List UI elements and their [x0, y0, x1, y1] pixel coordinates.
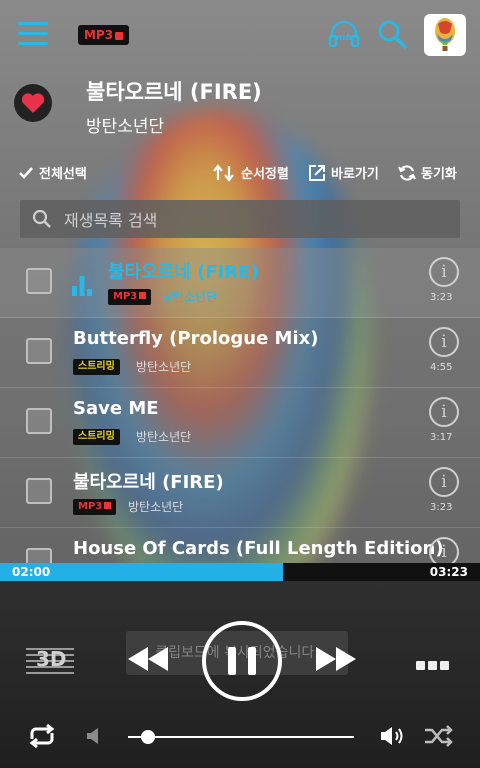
goto-button[interactable]: 바로가기: [308, 163, 379, 182]
shuffle-icon[interactable]: [424, 725, 454, 747]
hamburger-menu-icon[interactable]: [18, 22, 48, 46]
streaming-badge: 스트리밍: [73, 359, 120, 375]
song-artist: 방탄소년단: [136, 360, 192, 374]
goto-label: 바로가기: [331, 167, 379, 182]
lock-icon: [139, 292, 147, 299]
next-icon[interactable]: [314, 645, 358, 673]
more-icon[interactable]: [416, 655, 456, 670]
song-artist: 방탄소년단: [136, 430, 192, 444]
info-button[interactable]: i: [429, 467, 459, 497]
player-controls: 클립보드에 복사되었습니다. 3D: [0, 581, 480, 768]
external-link-icon: [309, 164, 325, 181]
now-playing-header: 불타오르네 (FIRE) 방탄소년단: [0, 70, 480, 150]
volume-slider-track[interactable]: [128, 736, 354, 738]
lock-icon: [104, 502, 112, 509]
row-checkbox[interactable]: [26, 478, 52, 504]
song-duration: 4:55: [430, 362, 453, 373]
format-badge: MP3: [73, 499, 117, 515]
streaming-badge: 스트리밍: [73, 429, 120, 445]
playlist: 불타오르네 (FIRE) MP3 방탄소년단 i 3:23 Butterfly …: [0, 248, 480, 564]
song-duration: 3:23: [430, 502, 453, 513]
info-button[interactable]: i: [429, 537, 459, 564]
playlist-search-input[interactable]: 재생목록 검색: [20, 200, 460, 238]
song-artist: 방탄소년단: [128, 500, 184, 514]
format-badge-label: MP3: [84, 28, 114, 42]
row-checkbox[interactable]: [26, 408, 52, 434]
song-title: Save ME: [73, 398, 159, 419]
playback-progress-bar[interactable]: 02:00 03:23: [0, 563, 480, 581]
lock-icon: [115, 32, 124, 40]
format-badge: MP3: [108, 289, 152, 305]
info-button[interactable]: i: [429, 327, 459, 357]
speaker-low-icon[interactable]: [86, 726, 102, 746]
sync-button[interactable]: 동기화: [398, 163, 457, 182]
now-playing-equalizer-icon: [72, 276, 92, 296]
pause-icon: [248, 647, 256, 675]
song-title: Butterfly (Prologue Mix): [73, 328, 319, 349]
row-checkbox[interactable]: [26, 268, 52, 294]
info-button[interactable]: i: [429, 257, 459, 287]
repeat-icon[interactable]: [26, 723, 58, 749]
sort-arrows-icon: [213, 163, 234, 182]
list-item[interactable]: 불타오르네 (FIRE) MP3 방탄소년단 i 3:23: [0, 458, 480, 528]
song-duration: 3:23: [430, 292, 453, 303]
badge-label: MP3: [78, 501, 103, 512]
format-badge: MP3: [78, 25, 130, 45]
3d-sound-button[interactable]: 3D: [24, 643, 76, 679]
select-all-label: 전체선택: [39, 167, 87, 182]
like-button[interactable]: [14, 84, 52, 122]
previous-icon[interactable]: [126, 645, 170, 673]
song-duration: 3:17: [430, 432, 453, 443]
song-title: 불타오르네 (FIRE): [108, 262, 259, 283]
list-item[interactable]: Butterfly (Prologue Mix) 스트리밍 방탄소년단 i 4:…: [0, 318, 480, 388]
headphones-mh-icon[interactable]: mh: [328, 18, 360, 50]
search-placeholder: 재생목록 검색: [64, 211, 158, 230]
hot-air-balloon-thumbnail: [435, 18, 455, 51]
heart-icon: [21, 93, 45, 113]
list-item[interactable]: 불타오르네 (FIRE) MP3 방탄소년단 i 3:23: [0, 248, 480, 318]
sync-label: 동기화: [421, 167, 457, 182]
row-checkbox[interactable]: [26, 548, 52, 564]
info-button[interactable]: i: [429, 397, 459, 427]
avatar[interactable]: [424, 14, 466, 56]
song-artist: 방탄소년단: [162, 290, 218, 304]
pause-button[interactable]: [202, 621, 282, 701]
pause-icon: [228, 647, 236, 675]
top-bar: MP3 mh: [0, 0, 480, 70]
sort-label: 순서정렬: [241, 167, 289, 182]
search-icon: [32, 209, 51, 228]
search-icon[interactable]: [376, 18, 408, 50]
3d-label: 3D: [36, 647, 67, 671]
row-checkbox[interactable]: [26, 338, 52, 364]
list-item[interactable]: Save ME 스트리밍 방탄소년단 i 3:17: [0, 388, 480, 458]
now-playing-artist: 방탄소년단: [86, 117, 165, 137]
list-item[interactable]: House Of Cards (Full Length Edition) i: [0, 528, 480, 564]
sync-icon: [398, 164, 416, 181]
current-time: 02:00: [12, 565, 51, 579]
select-all-button[interactable]: 전체선택: [18, 163, 87, 182]
song-title: 불타오르네 (FIRE): [73, 472, 224, 493]
speaker-high-icon[interactable]: [380, 725, 406, 747]
playlist-toolbar: 전체선택 순서정렬 바로가기 동기화: [0, 155, 480, 189]
song-title: House Of Cards (Full Length Edition): [73, 538, 444, 559]
badge-label: MP3: [113, 291, 138, 302]
volume-slider-handle[interactable]: [141, 730, 156, 744]
now-playing-title: 불타오르네 (FIRE): [86, 80, 262, 104]
sort-button[interactable]: 순서정렬: [212, 163, 289, 182]
total-time: 03:23: [429, 565, 468, 579]
check-icon: [19, 166, 33, 179]
mh-label: mh: [336, 33, 352, 43]
